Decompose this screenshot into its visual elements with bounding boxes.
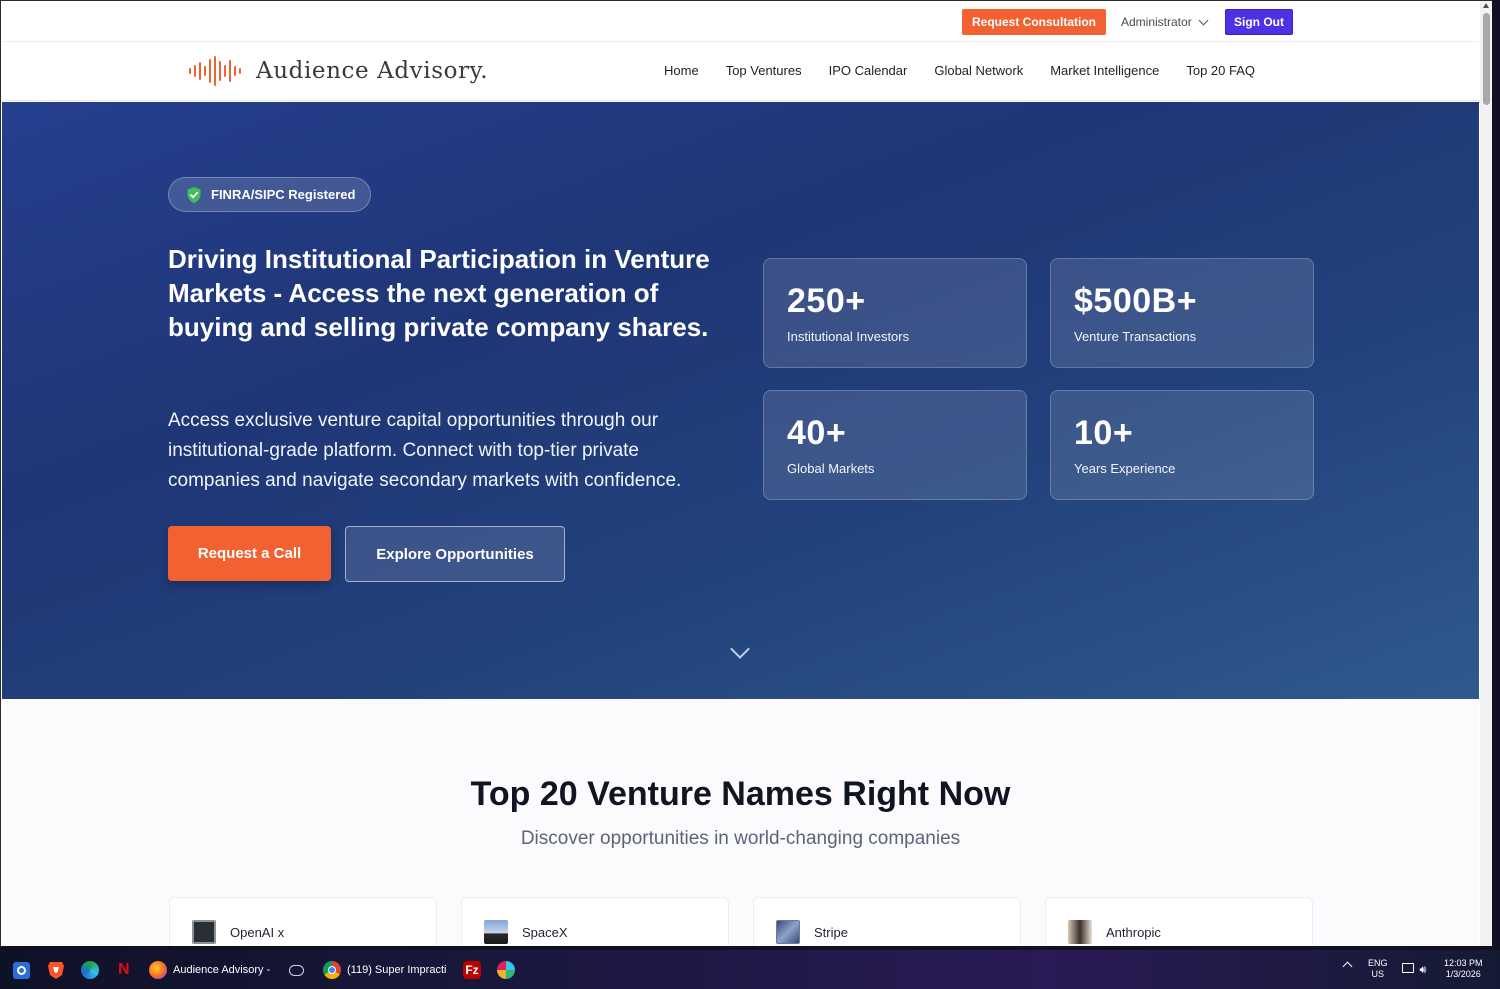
sign-out-button[interactable]: Sign Out (1225, 9, 1293, 35)
stat-value: 250+ (787, 282, 866, 320)
company-name: SpaceX (522, 925, 568, 940)
chevron-up-icon (1342, 961, 1353, 972)
sound-wave-logo-icon (189, 56, 241, 86)
company-name: Stripe (814, 925, 848, 940)
browser-viewport: Request Consultation Administrator Sign … (0, 0, 1492, 946)
spacex-logo-icon (484, 920, 508, 944)
stat-label: Institutional Investors (787, 329, 910, 344)
stat-card-markets: 40+ Global Markets (763, 390, 1027, 500)
stripe-logo-icon (776, 920, 800, 944)
shield-check-icon (187, 186, 201, 203)
section-title: Top 20 Venture Names Right Now (470, 775, 1011, 813)
section-subtitle: Discover opportunities in world-changing… (520, 828, 961, 849)
taskbar: N Audience Advisory - (119) Super Imprac… (0, 950, 1500, 989)
nav-top-ventures[interactable]: Top Ventures (726, 63, 802, 78)
clock-time: 12:03 PM (1444, 958, 1483, 968)
stat-label: Global Markets (787, 461, 875, 476)
finra-badge: FINRA/SIPC Registered (168, 177, 372, 212)
taskbar-edge[interactable] (81, 959, 99, 981)
anthropic-logo-icon (1068, 920, 1092, 944)
nav-links: Home Top Ventures IPO Calendar Global Ne… (664, 63, 1255, 78)
company-card-spacex[interactable]: SpaceX (461, 897, 729, 946)
brave-browser-icon (48, 962, 64, 979)
nav-home[interactable]: Home (664, 63, 699, 78)
volume-icon: 🔊︎ (1419, 964, 1427, 976)
taskbar-firefox-window[interactable]: Audience Advisory - (149, 959, 270, 981)
nav-ipo-calendar[interactable]: IPO Calendar (829, 63, 908, 78)
stat-value: $500B+ (1074, 282, 1198, 320)
netflix-icon: N (118, 961, 130, 978)
company-card-stripe[interactable]: Stripe (753, 897, 1021, 946)
edge-browser-icon (81, 961, 99, 979)
nav-global-network[interactable]: Global Network (934, 63, 1023, 78)
cloud-app-icon (289, 964, 304, 976)
region-code: US (1371, 969, 1385, 979)
company-name: Anthropic (1106, 925, 1161, 940)
taskbar-brave[interactable] (47, 959, 65, 981)
slack-icon (497, 961, 515, 979)
nav-market-intelligence[interactable]: Market Intelligence (1050, 63, 1159, 78)
tray-clock[interactable]: 12:03 PM 1/3/2026 (1444, 958, 1483, 980)
hero-section: FINRA/SIPC Registered Driving Institutio… (2, 102, 1479, 699)
brand-logo[interactable]: Audience Advisory. (188, 56, 488, 86)
request-consultation-button[interactable]: Request Consultation (962, 9, 1106, 35)
taskbar-slack[interactable] (497, 959, 515, 981)
scroll-down-chevron-icon[interactable] (730, 639, 750, 659)
firefox-icon (149, 961, 167, 979)
request-call-button[interactable]: Request a Call (168, 526, 331, 581)
admin-bar: Request Consultation Administrator Sign … (2, 2, 1479, 42)
settings-gear-icon (13, 961, 30, 979)
administrator-label: Administrator (1121, 15, 1192, 29)
tray-language[interactable]: ENG US (1368, 958, 1388, 980)
chevron-down-icon (1198, 15, 1209, 25)
main-nav: Audience Advisory. Home Top Ventures IPO… (2, 42, 1479, 101)
openai-logo-icon (192, 920, 216, 944)
badge-label: FINRA/SIPC Registered (211, 187, 356, 202)
taskbar-netflix[interactable]: N (118, 959, 130, 981)
stat-value: 40+ (787, 414, 847, 452)
company-card-anthropic[interactable]: Anthropic (1045, 897, 1313, 946)
page-scrollbar[interactable] (1480, 1, 1492, 946)
administrator-menu[interactable]: Administrator (1121, 15, 1209, 29)
nav-top-20-faq[interactable]: Top 20 FAQ (1186, 63, 1255, 78)
hero-subtitle: Access exclusive venture capital opportu… (168, 410, 682, 491)
taskbar-chrome-window[interactable]: (119) Super Impracti (323, 959, 446, 981)
taskbar-app-2[interactable] (289, 959, 304, 981)
stat-label: Venture Transactions (1074, 329, 1197, 344)
taskbar-filezilla[interactable]: Fz (463, 959, 481, 981)
scroll-up-arrow-icon[interactable] (1483, 3, 1489, 8)
page: Request Consultation Administrator Sign … (2, 2, 1479, 946)
stat-card-transactions: $500B+ Venture Transactions (1050, 258, 1314, 368)
firefox-window-title: Audience Advisory - (173, 964, 271, 976)
stat-card-investors: 250+ Institutional Investors (763, 258, 1027, 368)
scrollbar-thumb[interactable] (1483, 13, 1490, 105)
brand-name: Audience Advisory. (256, 58, 489, 84)
chrome-icon (323, 961, 341, 979)
stat-card-experience: 10+ Years Experience (1050, 390, 1314, 500)
hero-title: Driving Institutional Participation in V… (168, 244, 710, 342)
language-code: ENG (1368, 958, 1388, 968)
tray-overflow-chevron[interactable] (1342, 961, 1353, 973)
company-card-openai[interactable]: OpenAI x (169, 897, 437, 946)
explore-opportunities-button[interactable]: Explore Opportunities (345, 526, 565, 582)
network-icon (1402, 963, 1414, 973)
filezilla-icon: Fz (463, 961, 481, 979)
stat-value: 10+ (1074, 414, 1134, 452)
stat-label: Years Experience (1074, 461, 1176, 476)
taskbar-settings[interactable] (13, 959, 30, 981)
tray-network-volume[interactable]: 🔊︎ (1402, 963, 1426, 976)
chrome-window-title: (119) Super Impracti (347, 964, 447, 976)
clock-date: 1/3/2026 (1445, 969, 1481, 979)
company-cards: OpenAI x SpaceX Stripe Anthropic (169, 897, 1313, 946)
company-name: OpenAI x (230, 925, 285, 940)
